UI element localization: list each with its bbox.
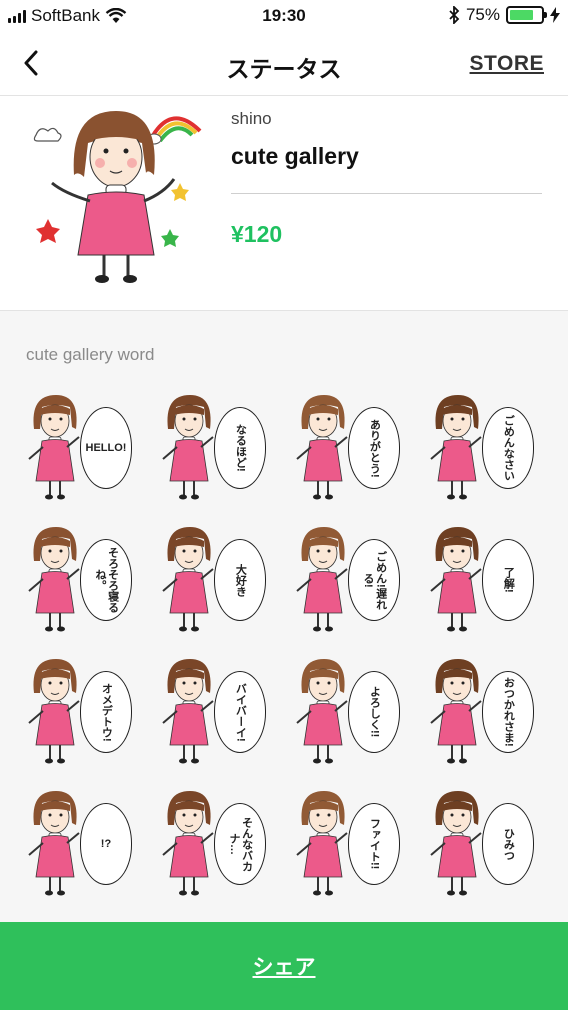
status-right: 75% (448, 5, 560, 25)
sticker-speech-bubble: ありがとう! (348, 407, 400, 489)
sticker-item[interactable]: ごめん!遅れる! (288, 525, 422, 657)
divider (231, 193, 542, 194)
sticker-item[interactable]: よろしく!! (288, 657, 422, 789)
status-bar: SoftBank 19:30 75% (0, 0, 568, 32)
charging-icon (550, 7, 560, 23)
sticker-item[interactable]: おつかれさま! (422, 657, 556, 789)
sticker-item[interactable]: HELLO! (20, 393, 154, 525)
battery-level (510, 10, 533, 20)
sticker-speech-bubble: ごめんなさい (482, 407, 534, 489)
sticker-speech-bubble: なるほど! (214, 407, 266, 489)
author-name: shino (231, 109, 272, 128)
sticker-speech-bubble: バイバーイ! (214, 671, 266, 753)
main-sticker-image[interactable] (30, 101, 210, 291)
sticker-speech-bubble: よろしく!! (348, 671, 400, 753)
sticker-speech-bubble: ファイト!! (348, 803, 400, 885)
sticker-speech-bubble: 大好き (214, 539, 266, 621)
sticker-grid: HELLO! なるほど! ありがとう! ごめんなさいそろそろ寝るね。 大好き ごめん!遅れ… (20, 393, 556, 921)
battery-percent: 75% (465, 5, 500, 24)
sticker-item[interactable]: ひみつ (422, 789, 556, 921)
share-button[interactable]: シェア (253, 951, 316, 981)
sticker-item[interactable]: そろそろ寝るね。 (20, 525, 154, 657)
bluetooth-icon (449, 6, 460, 24)
sticker-speech-bubble: 了解! (482, 539, 534, 621)
sticker-speech-bubble: !? (80, 803, 132, 885)
battery-icon (506, 6, 547, 24)
sticker-speech-bubble: おつかれさま! (482, 671, 534, 753)
sticker-item[interactable]: バイバーイ! (154, 657, 288, 789)
share-bar: シェア (0, 922, 568, 1010)
sticker-item[interactable]: ごめんなさい (422, 393, 556, 525)
sticker-item[interactable]: ありがとう! (288, 393, 422, 525)
sticker-speech-bubble: オメデトウ! (80, 671, 132, 753)
sticker-speech-bubble: HELLO! (80, 407, 132, 489)
sticker-speech-bubble: ひみつ (482, 803, 534, 885)
sticker-item[interactable]: なるほど! (154, 393, 288, 525)
sticker-item[interactable]: !? (20, 789, 154, 921)
sticker-item[interactable]: ファイト!! (288, 789, 422, 921)
sticker-speech-bubble: そんなバカナ… (214, 803, 266, 885)
price: ¥120 (231, 221, 283, 247)
sticker-item[interactable]: オメデトウ! (20, 657, 154, 789)
sticker-item[interactable]: 了解! (422, 525, 556, 657)
sticker-item[interactable]: そんなバカナ… (154, 789, 288, 921)
sticker-speech-bubble: ごめん!遅れる! (348, 539, 400, 621)
product-title: cute gallery (231, 143, 359, 169)
sticker-speech-bubble: そろそろ寝るね。 (80, 539, 132, 621)
nav-bar: ステータス STORE (0, 32, 568, 96)
store-link[interactable]: STORE (470, 52, 544, 76)
product-header: shino cute gallery ¥120 (0, 97, 568, 311)
sticker-gallery: cute gallery word HELLO! なるほど! ありがとう! ごめんなさ… (0, 311, 568, 922)
sticker-item[interactable]: 大好き (154, 525, 288, 657)
gallery-label: cute gallery word (26, 345, 155, 364)
